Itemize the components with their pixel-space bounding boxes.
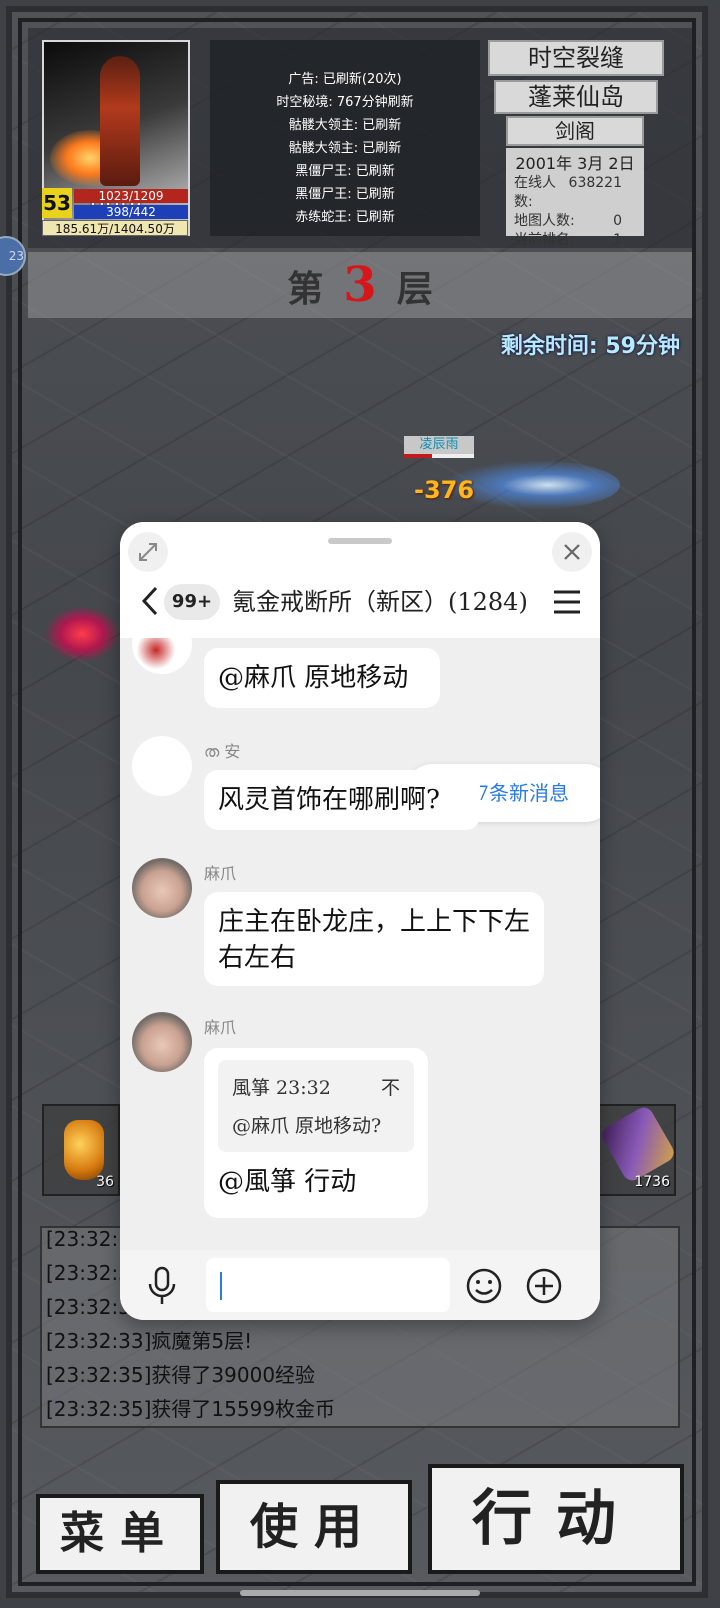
potion-icon bbox=[64, 1120, 104, 1180]
time-left: 剩余时间: 59分钟 bbox=[500, 334, 680, 359]
floor-indicator: 第3层 bbox=[28, 252, 692, 318]
log-line: [23:32:33]疯魔第5层! bbox=[46, 1329, 253, 1353]
home-indicator[interactable] bbox=[240, 1590, 480, 1596]
sender-name: 麻爪 bbox=[204, 864, 237, 883]
warrior-figure bbox=[100, 56, 140, 186]
chat-window: 99+ 氪金戒断所（新区）(1284) @麻爪 原地移动 ⌃387条新消息 ത … bbox=[120, 522, 600, 1320]
plus-icon[interactable] bbox=[524, 1266, 564, 1306]
floor-prefix: 第 bbox=[287, 268, 324, 310]
stat-row: 在线人数: 638221 bbox=[506, 174, 644, 212]
menu-icon[interactable] bbox=[554, 582, 580, 623]
item-count: 36 bbox=[96, 1174, 114, 1190]
menu-button[interactable]: 菜单 bbox=[36, 1494, 204, 1574]
chat-title: 氪金戒断所（新区）(1284) bbox=[232, 588, 528, 616]
quote-body: @麻爪 原地移动? bbox=[232, 1115, 382, 1137]
emoji-icon[interactable] bbox=[464, 1266, 504, 1306]
notice-line: 黑僵尸王: 已刷新 bbox=[295, 187, 395, 202]
player-level: 53 bbox=[42, 188, 72, 218]
map-tag[interactable]: 蓬莱仙岛 bbox=[494, 80, 658, 114]
scroll-icon bbox=[598, 1104, 678, 1184]
message-list[interactable]: @麻爪 原地移动 ⌃387条新消息 ത 安 风灵首饰在哪刷啊? 麻爪 庄主在卧龙… bbox=[120, 638, 600, 1250]
stat-value: 0 bbox=[613, 213, 622, 229]
chat-header: 99+ 氪金戒断所（新区）(1284) bbox=[120, 522, 600, 638]
enemy-name[interactable]: 凌辰雨 bbox=[404, 436, 474, 454]
stat-value: 638221 bbox=[568, 175, 622, 191]
text-caret bbox=[220, 1272, 222, 1300]
microphone-icon[interactable] bbox=[144, 1266, 180, 1306]
close-button[interactable] bbox=[552, 532, 592, 572]
message-bubble: 風箏 23:32 不 @麻爪 原地移动? @風箏 行动 bbox=[204, 1048, 428, 1218]
boss-notice-box: 广告: 已刷新(20次) 时空秘境: 767分钟刷新 骷髅大领主: 已刷新 骷髅… bbox=[210, 40, 480, 236]
sender-name: ത 安 bbox=[204, 742, 241, 761]
action-button[interactable]: 行动 bbox=[428, 1464, 684, 1574]
notice-line: 时空秘境: 767分钟刷新 bbox=[276, 95, 414, 110]
side-badge-text: 23 bbox=[8, 249, 24, 263]
stat-label: 在线人数: bbox=[514, 175, 556, 210]
exp-bar: 185.61万/1404.50万 bbox=[42, 220, 188, 236]
zone-tag[interactable]: 时空裂缝 bbox=[488, 40, 664, 76]
stat-label: 当前排名: bbox=[514, 232, 575, 248]
game-date: 2001年 3月 2日 bbox=[515, 154, 635, 173]
item-slot-scroll[interactable]: 1736 bbox=[598, 1104, 678, 1196]
stat-label: 地图人数: bbox=[514, 213, 575, 229]
avatar[interactable] bbox=[132, 736, 192, 796]
fire-wheel-effect bbox=[44, 606, 120, 662]
item-count: 1736 bbox=[634, 1174, 670, 1190]
back-icon[interactable] bbox=[140, 584, 160, 625]
drag-handle[interactable] bbox=[328, 538, 392, 544]
message-input[interactable] bbox=[206, 1258, 450, 1312]
item-slot-potion[interactable]: 36 bbox=[42, 1104, 120, 1196]
server-stats: 2001年 3月 2日 在线人数: 638221 地图人数: 0 当前排名: 1 bbox=[506, 148, 644, 248]
damage-number: -376 bbox=[414, 476, 475, 504]
enemy-hp-bar bbox=[404, 454, 474, 458]
notice-line: 骷髅大领主: 已刷新 bbox=[288, 141, 402, 156]
sub-map-tag[interactable]: 剑阁 bbox=[506, 116, 644, 146]
notice-line: 广告: 已刷新(20次) bbox=[288, 72, 402, 87]
avatar[interactable] bbox=[132, 638, 192, 674]
mp-bar: 398/442 bbox=[74, 205, 188, 219]
avatar[interactable] bbox=[132, 1012, 192, 1072]
stat-value: 1 bbox=[613, 232, 622, 248]
quoted-message[interactable]: 風箏 23:32 不 @麻爪 原地移动? bbox=[218, 1060, 414, 1152]
use-button[interactable]: 使用 bbox=[216, 1480, 412, 1574]
message-bubble: @麻爪 原地移动 bbox=[204, 648, 440, 708]
expand-button[interactable] bbox=[128, 532, 168, 572]
quote-icon: 不 bbox=[380, 1077, 400, 1099]
hp-bar: 1023/1209 bbox=[74, 189, 188, 203]
message-text: @風箏 行动 bbox=[218, 1167, 357, 1197]
notice-line: 赤练蛇王: 已刷新 bbox=[295, 210, 395, 225]
location-panel: 时空裂缝 蓬莱仙岛 剑阁 2001年 3月 2日 在线人数: 638221 地图人… bbox=[488, 40, 674, 248]
avatar[interactable] bbox=[132, 858, 192, 918]
stat-row: 当前排名: 1 bbox=[506, 231, 644, 250]
log-line: [23:32:35]获得了39000经验 bbox=[46, 1363, 316, 1387]
floor-suffix: 层 bbox=[396, 268, 433, 310]
input-bar bbox=[120, 1250, 600, 1320]
notice-line: 黑僵尸王: 已刷新 bbox=[295, 164, 395, 179]
quote-header: 風箏 23:32 bbox=[232, 1077, 331, 1099]
stat-row: 地图人数: 0 bbox=[506, 212, 644, 231]
floor-number: 3 bbox=[343, 257, 377, 313]
message-bubble: 庄主在卧龙庄，上上下下左右左右 bbox=[204, 892, 544, 986]
unread-badge[interactable]: 99+ bbox=[164, 584, 220, 620]
close-icon bbox=[564, 544, 580, 560]
expand-icon bbox=[139, 543, 157, 561]
notice-line: 骷髅大领主: 已刷新 bbox=[288, 118, 402, 133]
message-bubble: 风灵首饰在哪刷啊? bbox=[204, 770, 480, 830]
sender-name: 麻爪 bbox=[204, 1018, 237, 1037]
log-line: [23:32:35]获得了15599枚金币 bbox=[46, 1397, 336, 1421]
